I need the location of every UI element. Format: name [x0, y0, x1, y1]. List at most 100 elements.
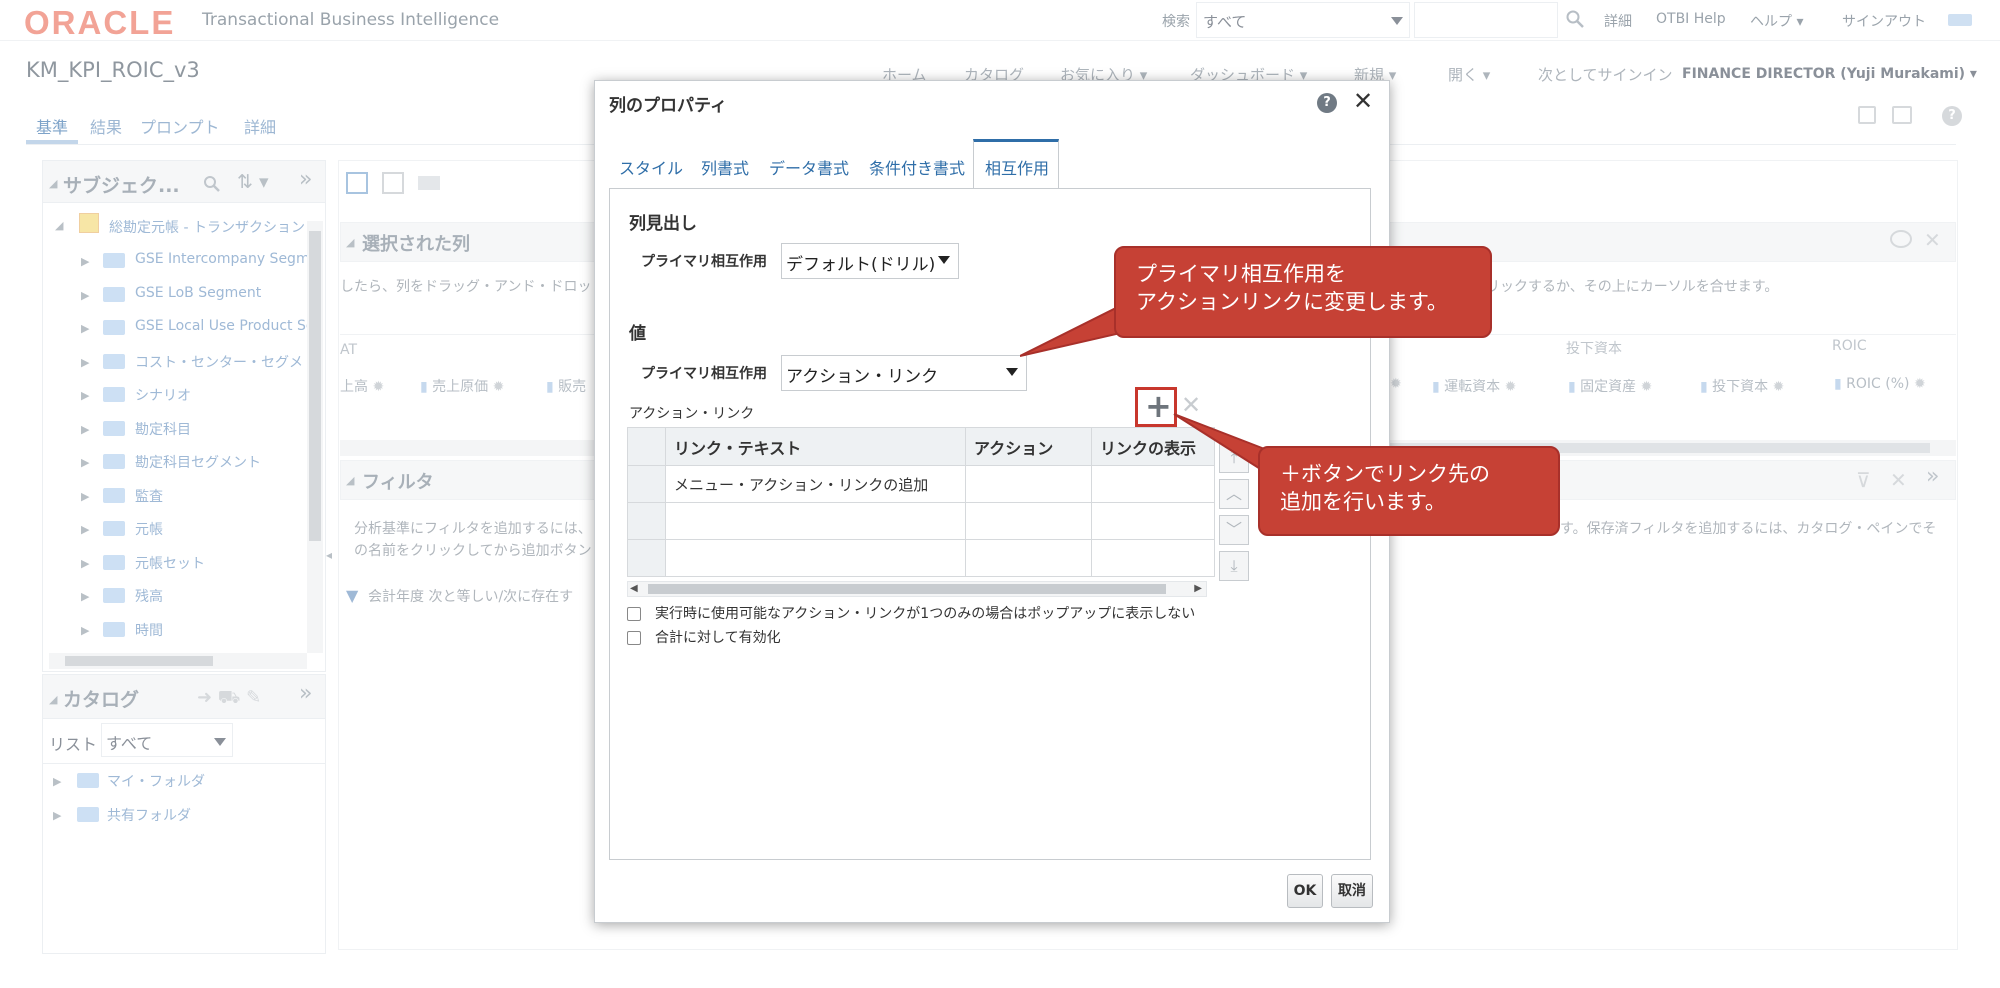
expand-icon[interactable]: ▶ — [81, 523, 89, 536]
scroll-right-icon[interactable]: ▶ — [1194, 583, 1202, 594]
tab-interaction[interactable]: 相互作用 — [985, 155, 1049, 179]
splitter-handle[interactable]: ◂ — [326, 548, 334, 568]
add-icon[interactable]: + — [1145, 387, 1172, 425]
tab-criteria[interactable]: 基準 — [36, 114, 68, 138]
tab-data-format[interactable]: データ書式 — [769, 155, 849, 179]
menu-signin-as[interactable]: 次としてサインイン — [1538, 64, 1673, 85]
tab-style[interactable]: スタイル — [619, 155, 683, 179]
expand-panel-icon[interactable]: » — [1926, 464, 1939, 489]
table-cell[interactable] — [665, 502, 966, 540]
vertical-scrollbar[interactable] — [307, 221, 323, 653]
column-button[interactable]: ▮ 投下資本 ✹ — [1700, 376, 1784, 396]
table-cell[interactable] — [1091, 539, 1215, 577]
tab-conditional-format[interactable]: 条件付き書式 — [869, 155, 965, 179]
search-scope-select[interactable]: すべて — [1196, 2, 1410, 38]
scroll-left-icon[interactable]: ◀ — [630, 583, 638, 594]
edit-formula-icon[interactable] — [382, 172, 404, 194]
gear-icon[interactable]: ✹ — [493, 379, 505, 395]
filter-add-icon[interactable]: ⊽ — [1856, 468, 1871, 492]
row-header[interactable] — [627, 465, 666, 503]
column-button[interactable]: ▮ 運転資本 ✹ — [1432, 376, 1516, 396]
expand-icon[interactable]: ▶ — [81, 490, 89, 503]
header-link-otbi-help[interactable]: OTBI Help — [1656, 11, 1726, 27]
tab-advanced[interactable]: 詳細 — [244, 114, 276, 138]
signed-in-user[interactable]: FINANCE DIRECTOR (Yuji Murakami) ▾ — [1682, 66, 1977, 82]
catalog-list-select[interactable]: すべて — [101, 723, 233, 757]
expand-icon[interactable]: ▶ — [81, 590, 89, 603]
subject-area-root[interactable]: 総勘定元帳 - トランザクション — [109, 217, 323, 237]
table-horizontal-scrollbar[interactable]: ◀ ▶ — [627, 581, 1207, 597]
move-up-button[interactable]: ︿ — [1219, 479, 1249, 509]
column-button[interactable]: ✹ — [1390, 376, 1402, 392]
collapse-icon[interactable]: ◢ — [346, 474, 354, 487]
collapse-icon[interactable]: ◢ — [346, 236, 354, 249]
search-input[interactable] — [1414, 2, 1558, 38]
save-icon[interactable] — [1858, 106, 1876, 124]
gear-icon[interactable]: ✹ — [372, 379, 384, 395]
scroll-thumb[interactable] — [309, 231, 321, 541]
expand-icon[interactable]: ▶ — [81, 356, 89, 369]
remove-all-icon[interactable]: ✕ — [1924, 228, 1941, 252]
collapse-icon[interactable]: ◢ — [49, 177, 57, 190]
gear-icon[interactable]: ✹ — [1390, 376, 1402, 392]
gear-icon[interactable]: ✹ — [1505, 379, 1517, 395]
col-link-text[interactable]: リンク・テキスト — [665, 427, 966, 466]
sql-icon[interactable] — [418, 176, 440, 190]
expand-panel-icon[interactable]: » — [299, 681, 312, 706]
table-row[interactable] — [627, 539, 1215, 577]
gear-icon[interactable]: ✹ — [1773, 379, 1785, 395]
table-cell[interactable] — [665, 539, 966, 577]
tab-prompts[interactable]: プロンプト — [140, 114, 220, 138]
scroll-thumb[interactable] — [65, 656, 213, 666]
help-icon[interactable]: ? — [1317, 93, 1337, 113]
filter-item[interactable]: 会計年度 次と等しい/次に存在す — [368, 586, 573, 606]
table-cell[interactable] — [965, 465, 1092, 503]
search-icon[interactable] — [203, 175, 221, 193]
header-link-details[interactable]: 詳細 — [1604, 11, 1632, 31]
table-row[interactable] — [627, 502, 1215, 540]
expand-icon[interactable]: ▶ — [81, 255, 89, 268]
expand-icon[interactable]: ▶ — [81, 423, 89, 436]
accessibility-icon[interactable] — [1948, 14, 1972, 26]
filter-remove-icon[interactable]: ✕ — [1890, 468, 1907, 492]
save-as-icon[interactable] — [1892, 106, 1912, 124]
horizontal-scrollbar[interactable] — [49, 653, 307, 669]
table-cell[interactable] — [1091, 502, 1215, 540]
column-button[interactable]: ▮ ROIC (%) ✹ — [1834, 376, 1926, 392]
collapse-icon[interactable]: ◢ — [49, 693, 57, 706]
value-primary-select[interactable]: アクション・リンク — [781, 355, 1027, 391]
expand-icon[interactable]: ▶ — [81, 289, 89, 302]
row-header[interactable] — [627, 539, 666, 577]
search-icon[interactable] — [1566, 10, 1584, 28]
heading-primary-select[interactable]: デフォルト(ドリル) — [781, 243, 959, 279]
table-cell[interactable] — [965, 539, 1092, 577]
filter-toolbar-icon[interactable] — [346, 172, 368, 194]
column-button[interactable]: ▮ 固定資産 ✹ — [1568, 376, 1652, 396]
close-icon[interactable]: ✕ — [1353, 87, 1373, 115]
column-button[interactable]: 上高 ✹ — [340, 376, 384, 396]
column-button[interactable]: ▮ 売上原価 ✹ — [420, 376, 504, 396]
tab-results[interactable]: 結果 — [90, 114, 122, 138]
move-bottom-button[interactable]: ⤓ — [1219, 551, 1249, 581]
show-hide-icon[interactable] — [1890, 230, 1912, 248]
table-cell[interactable]: メニュー・アクション・リンクの追加 — [665, 465, 966, 503]
col-action[interactable]: アクション — [965, 427, 1092, 466]
expand-icon[interactable]: ▶ — [81, 389, 89, 402]
expand-icon[interactable]: ▶ — [81, 557, 89, 570]
gear-icon[interactable]: ✹ — [1641, 379, 1653, 395]
expand-icon[interactable]: ▶ — [81, 322, 89, 335]
header-link-signout[interactable]: サインアウト — [1842, 11, 1926, 31]
checkbox-totals[interactable] — [627, 631, 641, 645]
help-icon[interactable]: ? — [1942, 106, 1962, 126]
row-header[interactable] — [627, 502, 666, 540]
table-row[interactable]: メニュー・アクション・リンクの追加 — [627, 465, 1215, 503]
expand-icon[interactable]: ▶ — [53, 775, 61, 788]
menu-open[interactable]: 開く ▾ — [1448, 64, 1490, 85]
move-down-button[interactable]: ﹀ — [1219, 515, 1249, 545]
expand-icon[interactable]: ▶ — [81, 624, 89, 637]
tab-column-format[interactable]: 列書式 — [701, 155, 749, 179]
expand-icon[interactable]: ▶ — [53, 809, 61, 822]
checkbox-single-link[interactable] — [627, 607, 641, 621]
expand-icon[interactable]: ▶ — [81, 456, 89, 469]
header-link-help[interactable]: ヘルプ ▾ — [1750, 11, 1803, 31]
